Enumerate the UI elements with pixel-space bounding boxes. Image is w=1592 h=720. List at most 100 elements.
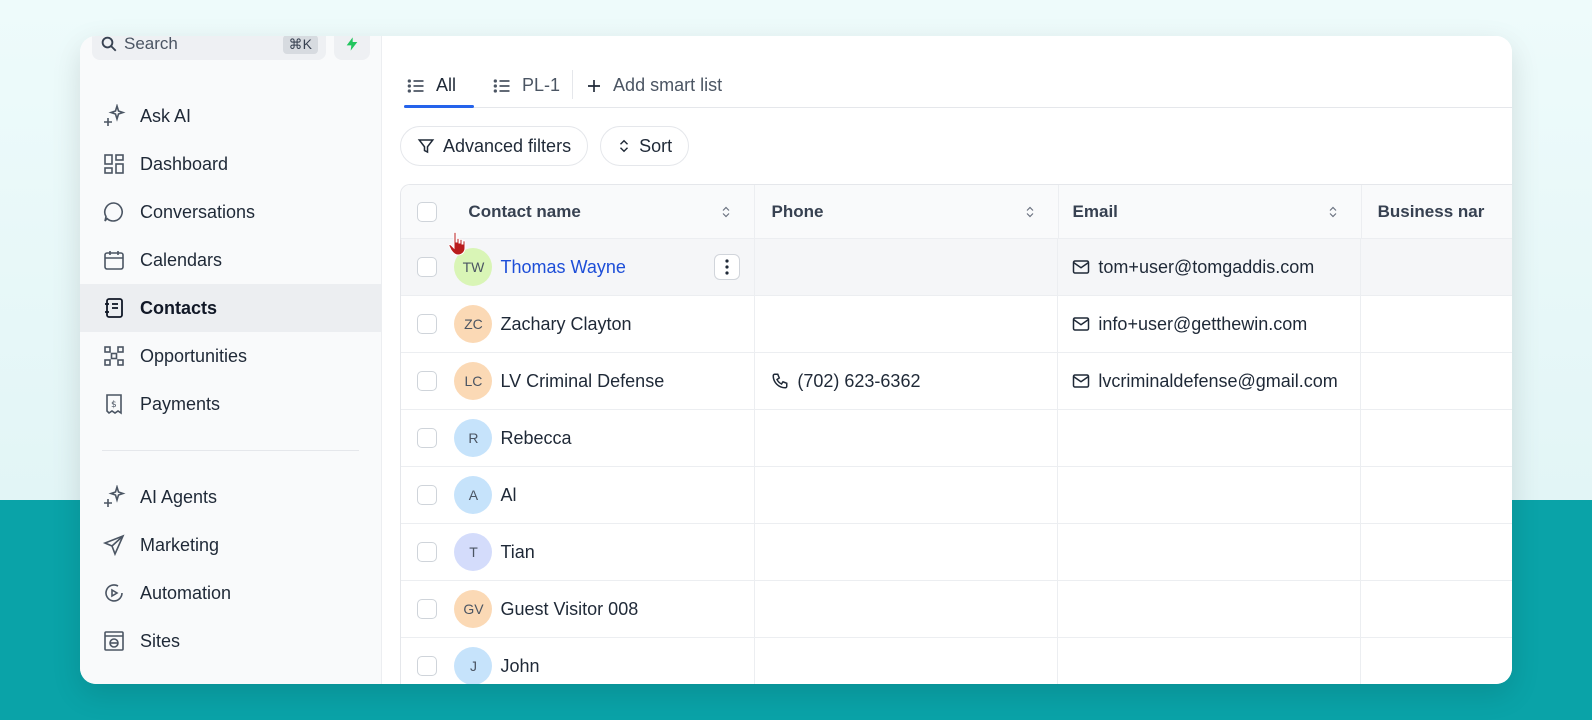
add-smart-list-label: Add smart list [613, 75, 723, 95]
row-checkbox[interactable] [416, 542, 437, 562]
column-label: Business nar [1377, 201, 1485, 221]
sidebar-item-label: Conversations [140, 201, 256, 222]
svg-text:$: $ [111, 400, 117, 410]
row-checkbox[interactable] [416, 428, 437, 448]
table-row[interactable]: R Rebecca [401, 410, 1512, 467]
dashboard-icon [104, 154, 124, 174]
table-row[interactable]: LC LV Criminal Defense (702) 623-6362 lv… [401, 353, 1512, 410]
email-cell: tom+user@tomgaddis.com [1058, 239, 1362, 295]
sidebar-item-payments[interactable]: $ Payments [80, 380, 381, 428]
contact-name-link[interactable]: Rebecca [500, 428, 571, 449]
table-row[interactable]: A Al [401, 467, 1512, 524]
column-contact-name[interactable]: Contact name [452, 185, 756, 238]
contact-name-cell: A Al [452, 467, 756, 523]
sidebar-item-ai-agents[interactable]: AI Agents [80, 473, 381, 521]
avatar: J [454, 647, 493, 684]
email-value: lvcriminaldefense@gmail.com [1098, 370, 1338, 391]
chat-icon [103, 202, 123, 222]
search-input[interactable]: Search ⌘K [92, 36, 326, 60]
avatar: ZC [454, 305, 493, 343]
search-icon [101, 36, 117, 52]
contact-name-cell: R Rebecca [452, 410, 756, 466]
row-checkbox[interactable] [416, 314, 437, 334]
tab-all[interactable]: All [404, 64, 475, 108]
contact-name-link[interactable]: Tian [500, 542, 534, 563]
business-cell [1361, 353, 1512, 409]
contacts-table: Contact name Phone Email Business nar TW… [400, 184, 1512, 684]
sidebar-item-label: Automation [140, 582, 232, 603]
email-value: tom+user@tomgaddis.com [1098, 256, 1315, 277]
advanced-filters-button[interactable]: Advanced filters [400, 126, 589, 166]
row-checkbox[interactable] [416, 371, 437, 391]
table-row[interactable]: GV Guest Visitor 008 [401, 581, 1512, 638]
tab-label: All [436, 75, 457, 95]
sidebar-item-marketing[interactable]: Marketing [80, 521, 381, 569]
app-window: Search ⌘K Ask AI Dashboard Conversations [80, 36, 1512, 684]
payments-icon: $ [106, 394, 122, 415]
sidebar-item-ask-ai[interactable]: Ask AI [80, 92, 381, 140]
mail-icon [1073, 260, 1090, 274]
email-cell [1058, 581, 1362, 637]
main-content: All PL-1 Add smart list Advanced filters… [382, 36, 1512, 684]
opportunities-icon [104, 346, 124, 366]
email-cell: info+user@getthewin.com [1058, 296, 1362, 352]
email-cell [1058, 524, 1362, 580]
advanced-filters-label: Advanced filters [443, 135, 572, 156]
contact-name-link[interactable]: LV Criminal Defense [500, 371, 664, 392]
table-row[interactable]: T Tian [401, 524, 1512, 581]
contact-name-link[interactable]: John [500, 656, 539, 677]
sidebar-item-calendars[interactable]: Calendars [80, 236, 381, 284]
row-checkbox[interactable] [416, 599, 437, 619]
business-cell [1361, 467, 1512, 523]
column-email[interactable]: Email [1059, 185, 1362, 238]
row-select-cell [401, 296, 452, 352]
sidebar-item-opportunities[interactable]: Opportunities [80, 332, 381, 380]
sidebar-item-dashboard[interactable]: Dashboard [80, 140, 381, 188]
contact-name-link[interactable]: Guest Visitor 008 [500, 599, 638, 620]
contact-name-link[interactable]: Thomas Wayne [500, 257, 625, 278]
column-label: Contact name [468, 201, 581, 221]
row-select-cell [401, 581, 452, 637]
search-row: Search ⌘K [92, 36, 370, 60]
avatar: LC [454, 362, 493, 400]
contact-name-cell: ZC Zachary Clayton [452, 296, 756, 352]
table-row[interactable]: ZC Zachary Clayton info+user@getthewin.c… [401, 296, 1512, 353]
sidebar-item-label: Sites [140, 630, 181, 651]
contact-name-link[interactable]: Al [500, 485, 516, 506]
sidebar-item-label: Marketing [140, 534, 220, 555]
sidebar-item-sites[interactable]: Sites [80, 617, 381, 665]
contact-name-link[interactable]: Zachary Clayton [500, 314, 631, 335]
column-business-name[interactable]: Business nar [1362, 185, 1512, 238]
row-menu-button[interactable] [714, 254, 741, 280]
sidebar-item-automation[interactable]: Automation [80, 569, 381, 617]
column-phone[interactable]: Phone [755, 185, 1059, 238]
avatar: A [454, 476, 493, 514]
phone-cell [755, 410, 1059, 466]
table-row[interactable]: J John [401, 638, 1512, 684]
row-select-cell [401, 638, 452, 684]
sidebar-item-contacts[interactable]: Contacts [80, 284, 381, 332]
tab-pl-1[interactable]: PL-1 [490, 64, 562, 107]
business-cell [1361, 638, 1512, 684]
search-label: Search [124, 36, 178, 53]
phone-cell: (702) 623-6362 [755, 353, 1059, 409]
row-select-cell [401, 410, 452, 466]
row-checkbox[interactable] [416, 257, 437, 277]
phone-cell [755, 467, 1059, 523]
sparkle-icon [104, 485, 126, 507]
calendar-icon [104, 251, 124, 270]
sidebar-item-label: AI Agents [140, 486, 218, 507]
sort-button[interactable]: Sort [600, 126, 690, 166]
contacts-icon [105, 298, 123, 318]
add-smart-list-button[interactable]: Add smart list [583, 64, 724, 107]
send-icon [102, 534, 125, 557]
quick-action-button[interactable] [334, 36, 370, 60]
table-row[interactable]: TW Thomas Wayne tom+user@tomgaddis.com [401, 239, 1512, 296]
row-checkbox[interactable] [416, 656, 437, 676]
sidebar: Search ⌘K Ask AI Dashboard Conversations [80, 36, 382, 684]
bolt-icon [346, 37, 358, 51]
more-vertical-icon [725, 259, 729, 275]
sidebar-item-conversations[interactable]: Conversations [80, 188, 381, 236]
select-all-checkbox[interactable] [416, 201, 437, 222]
row-checkbox[interactable] [416, 485, 437, 505]
